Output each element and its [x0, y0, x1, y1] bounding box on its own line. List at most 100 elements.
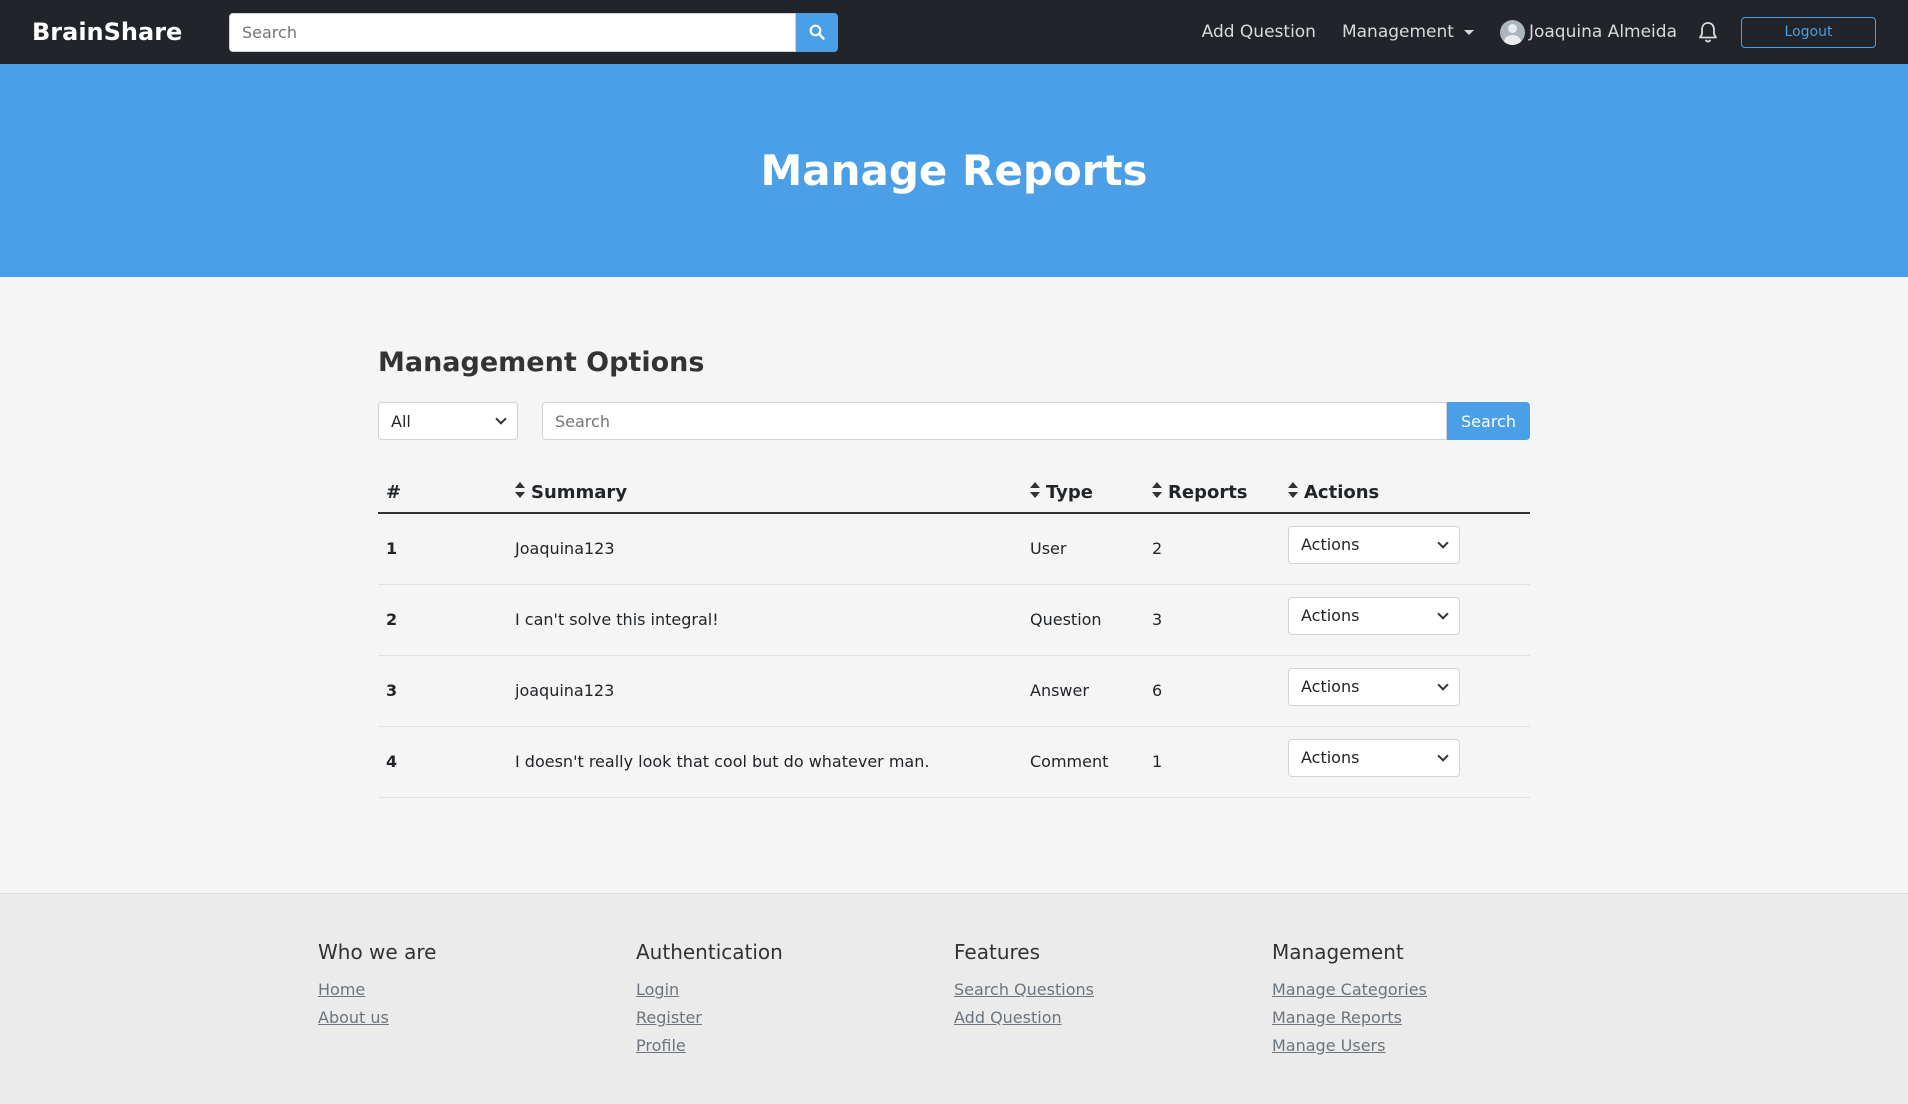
bell-icon [1699, 21, 1717, 42]
chevron-down-icon [1437, 537, 1449, 549]
nav-right: Add Question Management Joaquina Almeida… [1202, 0, 1876, 64]
chevron-down-icon [1437, 607, 1449, 620]
footer-link-home[interactable]: Home [318, 980, 636, 999]
caret-down-icon [1463, 29, 1474, 35]
brand-logo[interactable]: BrainShare [32, 18, 229, 46]
section-heading: Management Options [378, 347, 705, 378]
footer-link-manage-categories[interactable]: Manage Categories [1272, 980, 1590, 999]
logout-button[interactable]: Logout [1741, 16, 1876, 48]
row-reports: 3 [1144, 584, 1280, 656]
row-actions-cell: Actions [1280, 513, 1530, 585]
chevron-down-icon [495, 413, 507, 425]
row-actions-label: Actions [1301, 535, 1360, 555]
sort-icon [1030, 482, 1040, 503]
sort-icon [1152, 482, 1162, 503]
search-icon [809, 24, 825, 40]
nav-search [229, 12, 838, 52]
column-header-type[interactable]: Type [1022, 473, 1144, 514]
column-header-summary[interactable]: Summary [507, 473, 1022, 514]
column-header-index: # [378, 473, 507, 514]
footer-columns: Who we are Home About us Authentication … [318, 894, 1590, 1064]
footer-link-manage-users[interactable]: Manage Users [1272, 1036, 1590, 1055]
nav-search-button[interactable] [796, 12, 838, 52]
notifications-button[interactable] [1697, 21, 1719, 44]
report-search: Search [542, 402, 1530, 440]
nav-add-question[interactable]: Add Question [1202, 22, 1316, 42]
nav-management-dropdown[interactable]: Management [1342, 22, 1474, 42]
row-summary: I doesn't really look that cool but do w… [507, 726, 1022, 798]
row-index: 4 [378, 726, 507, 798]
footer-link-register[interactable]: Register [636, 1008, 954, 1027]
column-reports-label: Reports [1168, 481, 1248, 503]
footer-column-features: Features Search Questions Add Question [954, 940, 1272, 1064]
footer-column-who-we-are: Who we are Home About us [318, 940, 636, 1064]
column-index-label: # [386, 482, 402, 503]
type-filter-value: All [391, 411, 411, 431]
chevron-down-icon [1437, 678, 1449, 691]
column-header-reports[interactable]: Reports [1144, 473, 1280, 514]
table-row: 4 I doesn't really look that cool but do… [378, 726, 1530, 798]
type-filter-select[interactable]: All [378, 402, 518, 440]
table-row: 3 joaquina123 Answer 6 Actions [378, 655, 1530, 727]
footer-column-authentication: Authentication Login Register Profile [636, 940, 954, 1064]
row-reports: 1 [1144, 726, 1280, 798]
row-reports: 6 [1144, 655, 1280, 727]
footer-link-profile[interactable]: Profile [636, 1036, 954, 1055]
row-reports: 2 [1144, 513, 1280, 585]
row-actions-select[interactable]: Actions [1288, 738, 1460, 777]
table-row: 2 I can't solve this integral! Question … [378, 584, 1530, 656]
row-index: 1 [378, 513, 507, 585]
row-summary: joaquina123 [507, 655, 1022, 727]
page-title: Manage Reports [760, 146, 1148, 195]
report-search-button[interactable]: Search [1447, 402, 1530, 440]
footer-heading: Authentication [636, 940, 783, 964]
reports-table: # Summary Type Reports Actions 1 Joaquin… [378, 473, 1530, 798]
footer-link-search-questions[interactable]: Search Questions [954, 980, 1272, 999]
row-actions-cell: Actions [1280, 584, 1530, 656]
row-actions-cell: Actions [1280, 726, 1530, 798]
footer-link-add-question[interactable]: Add Question [954, 1008, 1272, 1027]
row-actions-label: Actions [1301, 677, 1360, 696]
navbar: BrainShare Add Question Management Joaqu… [0, 0, 1908, 64]
row-actions-cell: Actions [1280, 655, 1530, 727]
report-search-input[interactable] [542, 402, 1447, 440]
row-index: 3 [378, 655, 507, 727]
user-menu[interactable]: Joaquina Almeida [1499, 19, 1677, 45]
sort-icon [515, 482, 525, 503]
user-name: Joaquina Almeida [1528, 22, 1677, 42]
footer-link-manage-reports[interactable]: Manage Reports [1272, 1008, 1590, 1027]
row-actions-label: Actions [1301, 748, 1360, 767]
footer-link-login[interactable]: Login [636, 980, 954, 999]
hero-banner: Manage Reports [0, 64, 1908, 277]
column-header-actions[interactable]: Actions [1280, 473, 1530, 514]
row-type: Answer [1022, 655, 1144, 727]
sort-icon [1288, 482, 1298, 503]
row-type: Question [1022, 584, 1144, 656]
row-type: User [1022, 513, 1144, 585]
table-row: 1 Joaquina123 User 2 Actions [378, 513, 1530, 585]
row-actions-select[interactable]: Actions [1288, 525, 1460, 564]
avatar [1499, 19, 1525, 45]
column-type-label: Type [1046, 481, 1093, 503]
nav-search-input[interactable] [229, 12, 796, 52]
column-actions-label: Actions [1304, 481, 1380, 503]
main-content: Management Options All Search # Summary … [378, 277, 1530, 893]
row-summary: Joaquina123 [507, 513, 1022, 585]
row-type: Comment [1022, 726, 1144, 798]
footer: Who we are Home About us Authentication … [0, 893, 1908, 1104]
footer-heading: Features [954, 940, 1040, 964]
chevron-down-icon [1437, 749, 1449, 762]
row-actions-label: Actions [1301, 606, 1360, 625]
footer-heading: Management [1272, 940, 1404, 964]
nav-management-label: Management [1341, 22, 1454, 42]
footer-link-about-us[interactable]: About us [318, 1008, 636, 1027]
filter-row: All Search [378, 402, 1530, 440]
row-actions-select[interactable]: Actions [1288, 596, 1460, 635]
row-summary: I can't solve this integral! [507, 584, 1022, 656]
row-index: 2 [378, 584, 507, 656]
footer-column-management: Management Manage Categories Manage Repo… [1272, 940, 1590, 1064]
row-actions-select[interactable]: Actions [1288, 667, 1460, 706]
column-summary-label: Summary [531, 481, 628, 503]
table-header-row: # Summary Type Reports Actions [378, 473, 1530, 514]
footer-heading: Who we are [318, 940, 437, 964]
